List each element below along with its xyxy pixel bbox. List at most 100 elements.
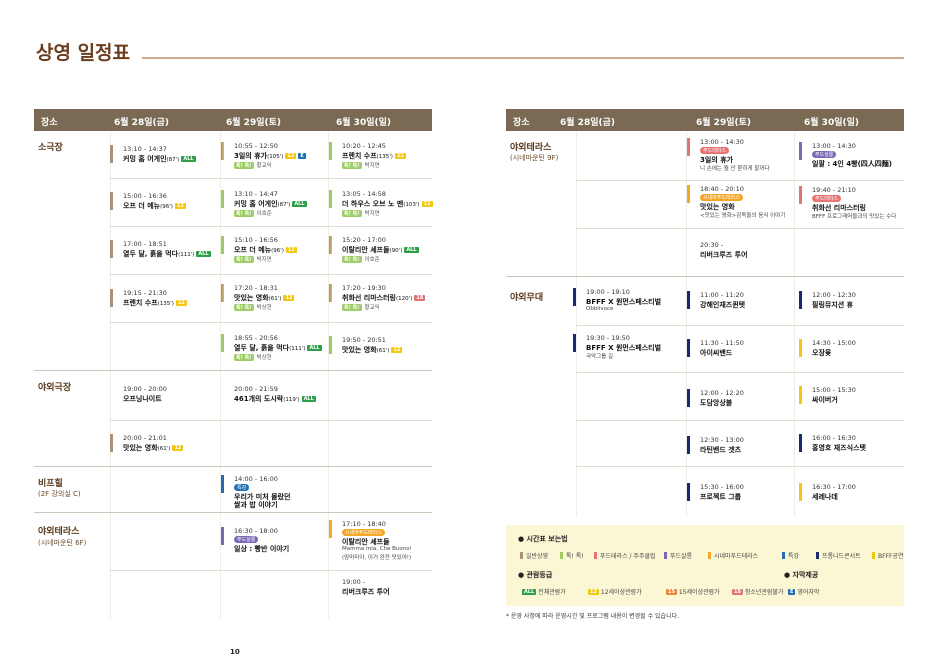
rating-badge: ALL: [307, 345, 322, 351]
event-guest: 톡! 톡! 박지연: [342, 210, 380, 217]
venue-biff-hill-sub: (2F 강의실 C): [38, 490, 81, 498]
event-tag: 푸드살롱: [812, 151, 837, 158]
event-time: 19:50 - 20:51: [342, 336, 386, 344]
event-title: 세레나데: [812, 493, 838, 501]
legend-subtitle-title: 자막제공: [792, 571, 819, 579]
event-title: 프로젝트 그룹: [700, 493, 742, 501]
event-time: 20:30 -: [700, 241, 724, 249]
event-time: 15:10 - 16:56: [234, 236, 278, 244]
category-bar: [329, 190, 332, 208]
category-bar: [110, 145, 113, 163]
event-time: 15:20 - 17:00: [342, 236, 386, 244]
event-time: 11:30 - 11:50: [700, 339, 744, 347]
col-venue: 장소: [513, 118, 530, 128]
rating-badge: 18: [414, 295, 426, 301]
category-bar: [799, 291, 802, 309]
event-guest: 톡! 톡! 황교익: [234, 162, 272, 169]
legend-item: 톡! 톡!: [560, 551, 584, 560]
event-title: 강해인재즈퀸텟: [700, 301, 746, 309]
rating-badge: 12: [285, 247, 297, 253]
category-bar: [687, 185, 690, 203]
title-rule: [142, 57, 904, 59]
category-bar: [110, 240, 113, 258]
event-tag: 시네마푸드테라스: [342, 529, 385, 536]
category-bar: [799, 339, 802, 357]
event-title: 커밍 홈 어게인(87') ALL: [234, 200, 307, 208]
event-title: 맛있는 영화(61') 12: [342, 346, 403, 354]
category-bar: [221, 527, 224, 545]
event-guest: 톡! 톡! 박상현: [234, 304, 272, 311]
category-bar: [799, 186, 802, 204]
category-bar: [221, 284, 224, 302]
rating-12: 12 12세이상관람가: [588, 589, 642, 596]
event-tag: 푸드테라스: [700, 147, 730, 154]
col-day2: 6월 29일(토): [696, 118, 751, 128]
col-day2: 6월 29일(토): [226, 118, 281, 128]
event-time: 13:05 - 14:58: [342, 190, 386, 198]
event-time: 12:30 - 13:00: [700, 436, 744, 444]
subtitle-badge: E: [298, 153, 306, 159]
rating-badge: 12: [394, 153, 406, 159]
page-number: 10: [230, 648, 240, 656]
event-time: 17:20 - 18:31: [234, 284, 278, 292]
event-time: 13:10 - 14:37: [123, 145, 167, 153]
rating-badge: 12: [174, 203, 186, 209]
category-bar: [687, 483, 690, 501]
event-title: 취화선 리마스터링(120') 18: [342, 294, 426, 302]
category-bar: [110, 289, 113, 307]
rating-15: 15 15세이상관람가: [666, 589, 720, 596]
rating-badge: ALL: [181, 156, 196, 162]
venue-terrace-9f-sub: (시네마운틴 9F): [510, 154, 559, 162]
event-time: 16:30 - 17:00: [812, 483, 856, 491]
event-tag: 시네마푸드테라스: [700, 194, 743, 201]
legend-item: 프롱니드콘서트: [816, 551, 861, 560]
venue-small-theater: 소극장: [38, 143, 63, 153]
legend-rating-title: 관람등급: [526, 571, 553, 579]
rating-badge: 12: [285, 153, 297, 159]
event-time: 17:00 - 18:51: [123, 240, 167, 248]
legend-item: 푸드테라스 / 주주클럽: [594, 551, 656, 560]
event-time: 15:00 - 16:36: [123, 192, 167, 200]
event-title: 더 하우스 오브 노 맨(103') 12: [342, 200, 433, 208]
category-bar: [687, 291, 690, 309]
col-day3: 6월 30일(일): [804, 118, 859, 128]
event-title: 일상 : 빵반 이야기: [234, 545, 290, 553]
event-title: 라틴밴드 겟츠: [700, 446, 742, 454]
event-desc: Mamma mia, Che Buono!: [342, 546, 412, 552]
event-time: 14:30 - 15:00: [812, 339, 856, 347]
event-time: 11:00 - 11:20: [700, 291, 744, 299]
event-desc: 국악그룹 길: [586, 354, 614, 360]
col-day3: 6월 30일(일): [336, 118, 391, 128]
event-title: 이탈리안 셰프들(90') ALL: [342, 246, 419, 254]
event-title: 커밍 홈 어게인(87') ALL: [123, 155, 196, 163]
event-title: 필링뮤지션 휴: [812, 301, 854, 309]
rating-all: ALL 전체관람가: [522, 589, 566, 596]
category-bar: [329, 520, 332, 538]
venue-terrace-6f: 야외테라스: [38, 527, 80, 537]
venue-outdoor-theater: 야외극장: [38, 383, 72, 393]
rating-badge: ALL: [404, 247, 419, 253]
category-bar: [687, 389, 690, 407]
event-time: 19:30 - 19:50: [586, 334, 630, 342]
event-time: 19:40 - 21:10: [812, 186, 856, 194]
rating-badge: ALL: [301, 396, 316, 402]
event-title: 3일의 휴가(105') 12 E: [234, 152, 306, 160]
legend-item: 시네마푸드테라스: [708, 551, 758, 560]
category-bar: [329, 336, 332, 354]
rating-badge: 12: [421, 201, 433, 207]
col-day1: 6월 28일(금): [114, 118, 169, 128]
event-time: 15:30 - 16:00: [700, 483, 744, 491]
event-title: 리버크루즈 투어: [700, 251, 748, 259]
event-time: 14:00 - 16:00: [234, 475, 278, 483]
category-bar: [329, 142, 332, 160]
event-title: 일팔 : 4인 4빵(四人四麵): [812, 160, 893, 168]
category-bar: [221, 236, 224, 254]
event-title: 프렌치 수프(135') 12: [342, 152, 406, 160]
event-time: 16:30 - 18:00: [234, 527, 278, 535]
venue-terrace-9f: 야외테라스: [510, 143, 552, 153]
rating-badge: 12: [391, 347, 403, 353]
category-bar: [329, 236, 332, 254]
event-tag: 푸드살롱: [234, 536, 259, 543]
rating-badge: 12: [172, 445, 184, 451]
event-time: 17:20 - 19:30: [342, 284, 386, 292]
